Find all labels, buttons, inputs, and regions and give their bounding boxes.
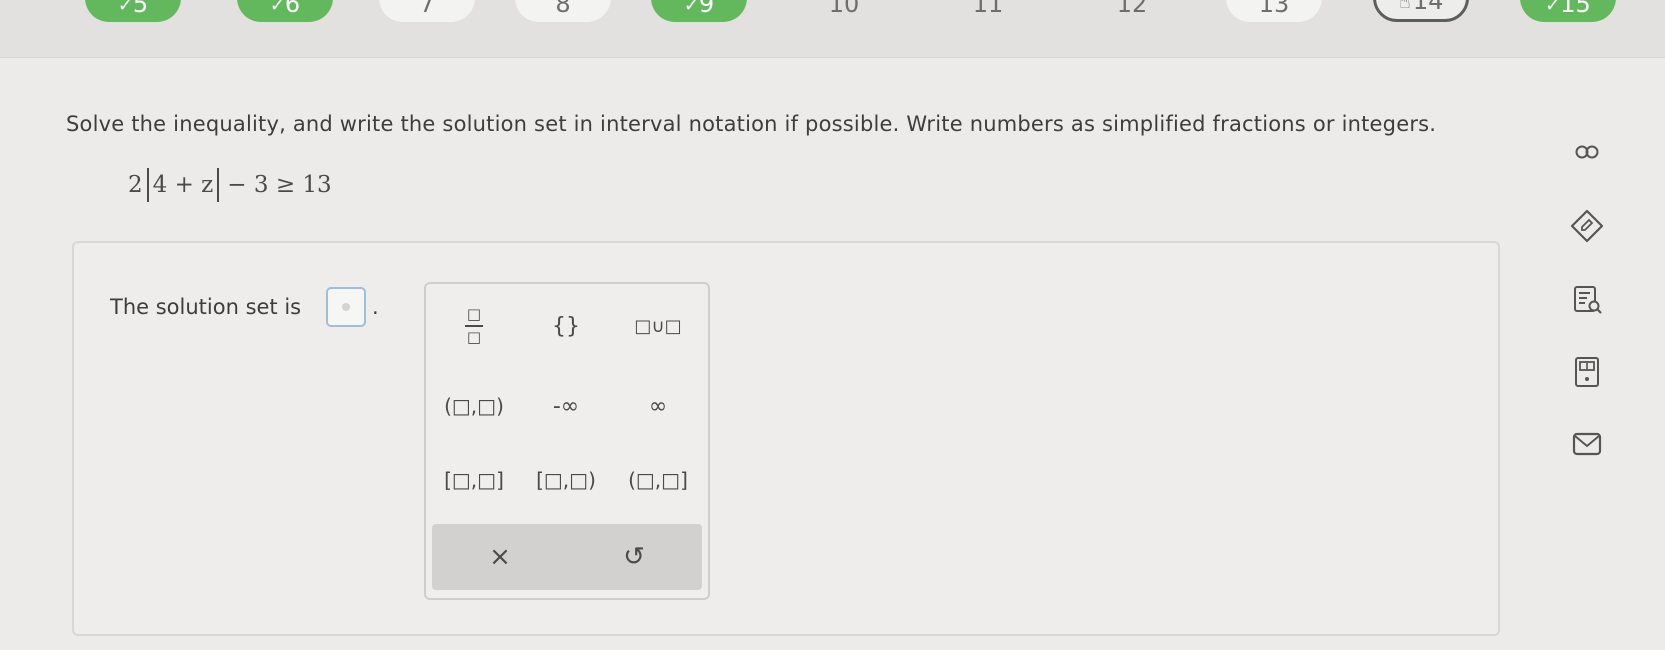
question-step-15[interactable]: ✓ 15 <box>1520 0 1616 22</box>
question-step-12[interactable]: 12 <box>1084 0 1180 22</box>
math-palette: □ □ {} □∪□ (□,□) -∞ ∞ [□,□] [□,□) (□,□] … <box>424 282 710 600</box>
fraction-denominator-box: □ <box>466 328 482 346</box>
mail-icon[interactable] <box>1565 422 1609 466</box>
braces-button[interactable]: {} <box>522 298 610 354</box>
pointer-hand-icon: ☝ <box>1398 0 1411 13</box>
equation-rest: − 3 ≥ 13 <box>227 172 332 198</box>
equation-abs-inside: 4 + z <box>152 172 214 198</box>
clear-button[interactable]: × <box>456 529 544 585</box>
question-step-number: 8 <box>555 0 571 18</box>
question-step-number: 7 <box>419 0 435 18</box>
check-icon: ✓ <box>683 0 699 16</box>
absolute-value-left-bar <box>146 168 149 202</box>
closed-open-interval-button[interactable]: [□,□) <box>522 452 610 508</box>
question-step-8[interactable]: 8 <box>515 0 611 22</box>
open-interval-button[interactable]: (□,□) <box>430 378 518 434</box>
question-step-10[interactable]: 10 <box>796 0 892 22</box>
question-step-14[interactable]: ☝ 14 <box>1373 0 1469 22</box>
answer-input-box[interactable] <box>326 287 366 327</box>
question-step-number: 12 <box>1116 0 1148 18</box>
check-icon: ✓ <box>1545 0 1561 16</box>
question-step-number: 13 <box>1258 0 1290 18</box>
check-icon: ✓ <box>269 0 285 16</box>
question-step-11[interactable]: 11 <box>940 0 1036 22</box>
union-button[interactable]: □∪□ <box>614 298 702 354</box>
inequality-equation: 2 4 + z − 3 ≥ 13 <box>128 168 332 202</box>
infinity-button[interactable]: ∞ <box>614 378 702 434</box>
question-step-7[interactable]: 7 <box>379 0 475 22</box>
fraction-bar <box>465 325 483 327</box>
question-step-number: 5 <box>132 0 149 18</box>
negative-infinity-button[interactable]: -∞ <box>522 378 610 434</box>
palette-footer: × ↺ <box>432 524 702 590</box>
closed-interval-button[interactable]: [□,□] <box>430 452 518 508</box>
question-step-number: 11 <box>972 0 1004 18</box>
cursor-dot <box>342 303 350 311</box>
question-step-number: 10 <box>828 0 860 18</box>
answer-period: . <box>372 295 379 319</box>
undo-button[interactable]: ↺ <box>590 529 678 585</box>
question-step-13[interactable]: 13 <box>1226 0 1322 22</box>
calculator-icon[interactable] <box>1565 350 1609 394</box>
question-step-number: 14 <box>1412 0 1444 15</box>
equation-coefficient: 2 <box>128 172 143 198</box>
check-icon: ✓ <box>117 0 133 16</box>
question-step-9[interactable]: ✓ 9 <box>651 0 747 22</box>
open-closed-interval-button[interactable]: (□,□] <box>614 452 702 508</box>
question-step-number: 9 <box>698 0 715 18</box>
question-step-5[interactable]: ✓ 5 <box>85 0 181 22</box>
explain-icon[interactable] <box>1565 278 1609 322</box>
fraction-numerator-box: □ <box>466 305 482 323</box>
edit-tag-icon[interactable] <box>1565 204 1609 248</box>
infinity-icon[interactable] <box>1565 130 1609 174</box>
question-progress-bar: ✓ 5 ✓ 6 7 8 ✓ 9 10 11 12 13 ☝ 14 ✓ 15 <box>0 0 1665 58</box>
solution-set-label: The solution set is <box>110 295 302 319</box>
question-step-number: 6 <box>284 0 301 18</box>
question-step-6[interactable]: ✓ 6 <box>237 0 333 22</box>
question-instruction: Solve the inequality, and write the solu… <box>66 112 1437 136</box>
question-step-number: 15 <box>1560 0 1591 18</box>
fraction-button[interactable]: □ □ <box>430 298 518 354</box>
absolute-value-right-bar <box>217 168 220 202</box>
